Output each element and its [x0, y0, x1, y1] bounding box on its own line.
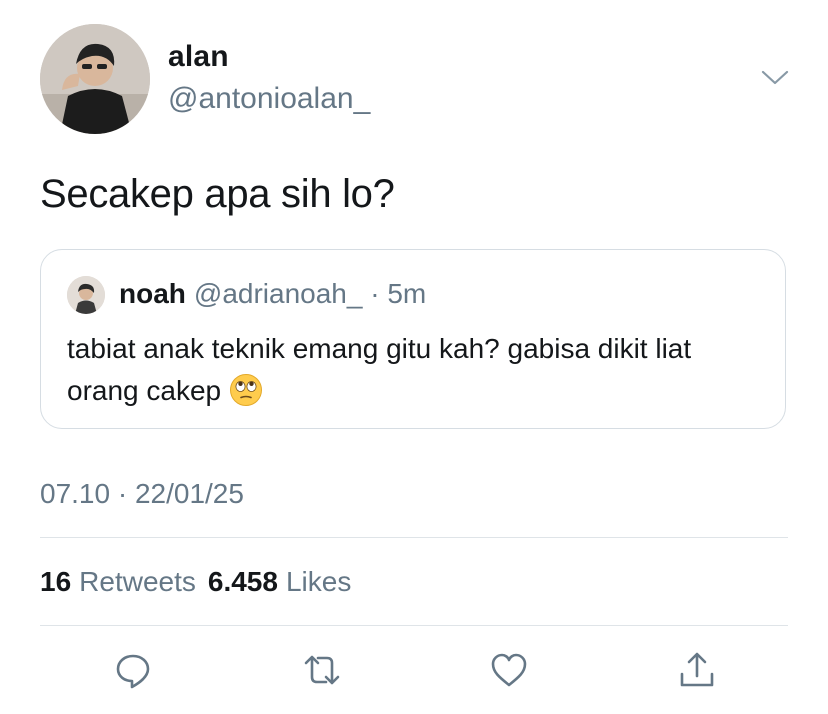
- quoted-tweet-text: tabiat anak teknik emang gitu kah? gabis…: [67, 333, 692, 406]
- retweet-icon[interactable]: [302, 650, 342, 690]
- divider: [40, 537, 788, 538]
- like-icon[interactable]: [489, 650, 529, 690]
- divider: [40, 625, 788, 626]
- retweets-count[interactable]: 16: [40, 566, 71, 597]
- tweet-timestamp[interactable]: 07.10 · 22/01/25: [40, 478, 244, 510]
- face-with-rolling-eyes-icon: [229, 373, 263, 407]
- chevron-down-icon[interactable]: [760, 66, 790, 88]
- author-handle[interactable]: @antonioalan_: [168, 82, 370, 116]
- quoted-tweet-body: tabiat anak teknik emang gitu kah? gabis…: [67, 328, 767, 412]
- share-icon[interactable]: [677, 650, 717, 690]
- tweet-text: Secakep apa sih lo?: [40, 172, 395, 216]
- retweets-label[interactable]: Retweets: [79, 566, 196, 597]
- likes-count[interactable]: 6.458: [208, 566, 278, 597]
- quoted-author-handle-time: @adrianoah_ · 5m: [193, 278, 427, 309]
- likes-label[interactable]: Likes: [286, 566, 351, 597]
- author-avatar[interactable]: [40, 24, 150, 134]
- quoted-tweet-header: noah @adrianoah_ · 5m: [119, 278, 426, 310]
- quoted-author-avatar: [67, 276, 105, 314]
- reply-icon[interactable]: [113, 650, 153, 690]
- author-display-name[interactable]: alan: [168, 40, 229, 74]
- tweet-stats: 16 Retweets 6.458 Likes: [40, 566, 363, 598]
- author-avatar-image: [40, 24, 150, 134]
- quoted-tweet-card[interactable]: noah @adrianoah_ · 5m tabiat anak teknik …: [40, 249, 786, 429]
- quoted-author-name: noah: [119, 278, 186, 309]
